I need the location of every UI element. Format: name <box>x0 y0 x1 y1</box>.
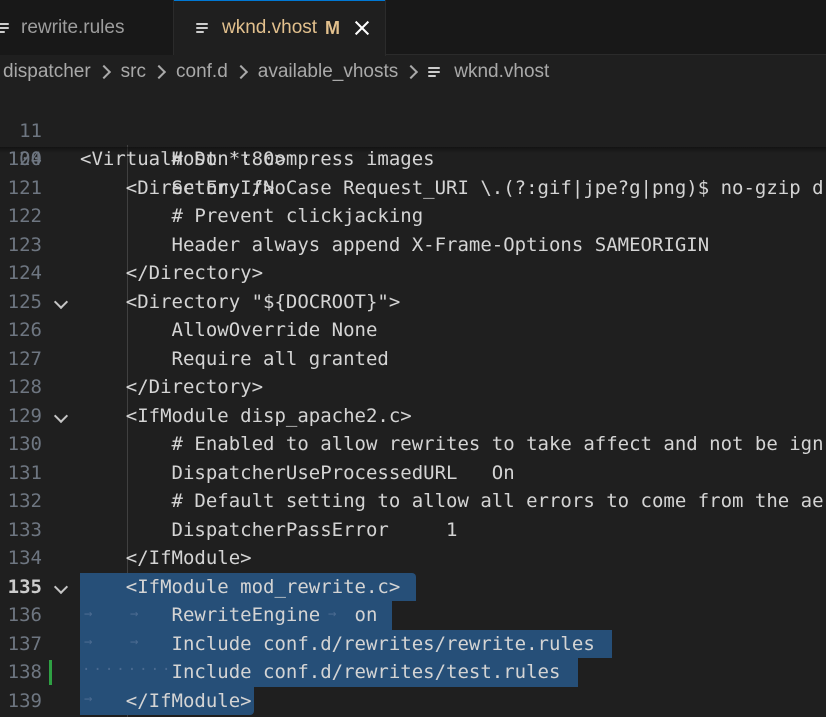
modified-badge: M <box>325 17 341 38</box>
line-number: 121 <box>7 176 42 199</box>
breadcrumb-dispatcher[interactable]: dispatcher <box>3 61 91 83</box>
code-text: RewriteEngine on <box>80 604 378 626</box>
code-text: # Default setting to allow all errors to… <box>80 490 824 512</box>
line-number: 134 <box>7 547 42 569</box>
close-icon[interactable] <box>354 20 370 36</box>
code-line[interactable]: 138 Include conf.d/rewrites/test.rules <box>0 658 826 687</box>
code-text: AllowOverride None <box>80 319 378 341</box>
line-number: 125 <box>7 290 42 313</box>
code-line[interactable]: 124 </Directory> <box>0 259 826 288</box>
file-lines-icon <box>196 21 210 35</box>
fold-chevron-icon[interactable] <box>53 408 69 423</box>
line-number: 122 <box>7 205 42 227</box>
code-line[interactable]: 134 </IfModule> <box>0 544 826 573</box>
code-text: SetEnvIfNoCase Request_URI \.(?:gif|jpe?… <box>80 176 824 199</box>
code-editor[interactable]: 11 <VirtualHost *:80> 104 <Directory /> … <box>0 88 826 717</box>
chevron-right-icon <box>151 64 167 80</box>
fold-chevron-icon[interactable] <box>53 294 69 309</box>
code-line[interactable]: 129 <IfModule disp_apache2.c> <box>0 402 826 431</box>
code-line[interactable]: 123 Header always append X-Frame-Options… <box>0 231 826 260</box>
code-line[interactable]: 139 </IfModule> <box>0 687 826 716</box>
breadcrumb-conf-d[interactable]: conf.d <box>176 61 228 83</box>
breadcrumb-file[interactable]: wknd.vhost <box>454 61 549 83</box>
code-text: Include conf.d/rewrites/test.rules <box>80 661 561 683</box>
sticky-line[interactable]: 11 <VirtualHost *:80> <box>0 88 826 171</box>
code-line[interactable]: 126 AllowOverride None <box>0 316 826 345</box>
tab-label: rewrite.rules <box>21 16 125 38</box>
breadcrumb: dispatcher src conf.d available_vhosts w… <box>0 56 826 88</box>
breadcrumb-available-vhosts[interactable]: available_vhosts <box>258 61 398 83</box>
code-line[interactable]: 121 SetEnvIfNoCase Request_URI \.(?:gif|… <box>0 174 826 203</box>
tab-wknd-vhost[interactable]: wknd.vhost M <box>174 0 386 56</box>
code-text: </IfModule> <box>80 689 252 712</box>
line-number: 130 <box>7 433 42 455</box>
code-line[interactable]: 130 # Enabled to allow rewrites to take … <box>0 430 826 459</box>
code-text: # Don't compress images <box>80 148 435 170</box>
line-number: 128 <box>7 376 42 398</box>
file-lines-icon <box>428 65 442 79</box>
code-line[interactable]: 120 # Don't compress images <box>0 145 826 174</box>
code-text: </Directory> <box>80 376 264 398</box>
tab-bar: rewrite.rules wknd.vhost M <box>0 0 826 56</box>
code-line[interactable]: 125 <Directory "${DOCROOT}"> <box>0 288 826 317</box>
code-line[interactable]: 131 DispatcherUseProcessedURL On <box>0 459 826 488</box>
tab-rewrite-rules[interactable]: rewrite.rules <box>0 0 174 55</box>
line-number: 136 <box>7 604 42 626</box>
code-text: # Enabled to allow rewrites to take affe… <box>80 433 824 455</box>
git-change-indicator[interactable] <box>49 660 52 685</box>
code-line[interactable]: 135 <IfModule mod_rewrite.c> <box>0 573 826 602</box>
code-line[interactable]: 137 Include conf.d/rewrites/rewrite.rule… <box>0 630 826 659</box>
line-number: 127 <box>7 347 42 370</box>
code-text: Include conf.d/rewrites/rewrite.rules <box>80 632 595 655</box>
breadcrumb-src[interactable]: src <box>121 61 146 83</box>
code-line[interactable]: 128 </Directory> <box>0 373 826 402</box>
code-text: <IfModule disp_apache2.c> <box>80 404 412 427</box>
line-number: 135 <box>7 575 42 598</box>
sticky-line[interactable]: 104 <Directory /> <box>0 117 826 199</box>
code-line[interactable]: 122 # Prevent clickjacking <box>0 202 826 231</box>
code-text: <IfModule mod_rewrite.c> <box>80 575 401 598</box>
line-number: 124 <box>7 262 42 284</box>
chevron-right-icon <box>233 64 248 80</box>
line-number: 129 <box>7 404 42 427</box>
line-number: 139 <box>7 689 42 712</box>
tab-label: wknd.vhost <box>222 17 318 38</box>
chevron-right-icon <box>96 64 111 80</box>
line-number: 120 <box>7 148 42 170</box>
code-text: DispatcherUseProcessedURL On <box>80 461 515 484</box>
code-text: DispatcherPassError 1 <box>80 518 458 541</box>
line-number: 133 <box>7 518 42 541</box>
code-text: # Prevent clickjacking <box>80 205 424 227</box>
fold-chevron-icon[interactable] <box>53 579 69 594</box>
chevron-right-icon <box>404 64 419 80</box>
line-number: 132 <box>7 490 42 512</box>
code-text: Require all granted <box>80 347 389 370</box>
line-number: 137 <box>7 632 42 655</box>
code-text: </IfModule> <box>80 547 252 569</box>
code-text: </Directory> <box>80 262 264 284</box>
code-text: <Directory "${DOCROOT}"> <box>80 290 401 313</box>
code-line[interactable]: 132 # Default setting to allow all error… <box>0 487 826 516</box>
code-line[interactable]: 136 RewriteEngine on <box>0 601 826 630</box>
line-number: 131 <box>7 461 42 484</box>
line-number: 123 <box>7 233 42 256</box>
code-line[interactable]: 127 Require all granted <box>0 345 826 374</box>
line-number: 138 <box>7 661 42 683</box>
line-number: 126 <box>7 319 42 341</box>
code-line[interactable]: 133 DispatcherPassError 1 <box>0 516 826 545</box>
code-text: Header always append X-Frame-Options SAM… <box>80 233 710 256</box>
file-lines-icon <box>0 21 11 35</box>
